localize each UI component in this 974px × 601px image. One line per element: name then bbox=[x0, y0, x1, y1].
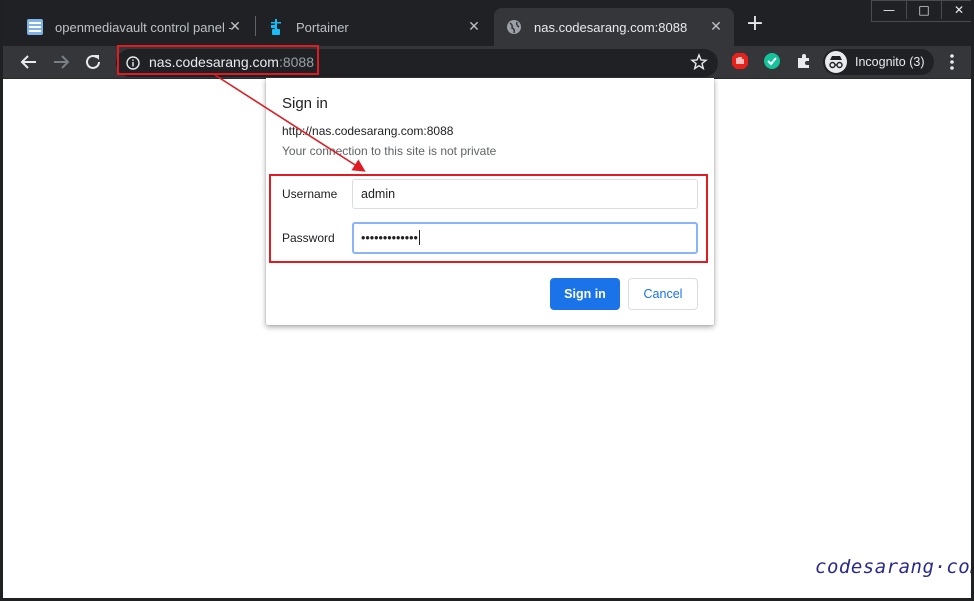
tab-portainer[interactable]: Portainer ✕ bbox=[256, 8, 492, 46]
tab-strip: openmediavault control panel - k ✕ Porta… bbox=[3, 0, 971, 46]
globe-icon bbox=[507, 20, 521, 34]
window-controls: — □ ✕ bbox=[871, 0, 971, 22]
incognito-badge[interactable]: Incognito (3) bbox=[823, 49, 935, 75]
minimize-button[interactable]: — bbox=[872, 1, 906, 19]
tab-title: Portainer bbox=[296, 19, 349, 35]
close-tab-icon[interactable]: ✕ bbox=[466, 19, 482, 35]
password-field[interactable]: ••••••••••••• bbox=[352, 222, 698, 254]
password-value: ••••••••••••• bbox=[361, 231, 418, 245]
adblock-extension-icon[interactable] bbox=[731, 52, 749, 70]
tab-title: nas.codesarang.com:8088 bbox=[534, 19, 688, 35]
bookmark-star-icon[interactable] bbox=[690, 53, 708, 71]
dialog-warning: Your connection to this site is not priv… bbox=[282, 144, 497, 158]
dialog-url: http://nas.codesarang.com:8088 bbox=[282, 124, 454, 138]
tab-title: openmediavault control panel - k bbox=[55, 19, 231, 35]
maximize-button[interactable]: □ bbox=[906, 1, 941, 19]
password-label: Password bbox=[282, 231, 335, 245]
browser-window: openmediavault control panel - k ✕ Porta… bbox=[0, 0, 974, 601]
omv-icon bbox=[27, 19, 43, 35]
forward-arrow-icon[interactable] bbox=[50, 51, 72, 73]
new-tab-button[interactable]: + bbox=[745, 13, 765, 35]
dialog-title: Sign in bbox=[282, 95, 328, 112]
close-window-button[interactable]: ✕ bbox=[941, 1, 971, 19]
more-menu-icon[interactable] bbox=[943, 52, 961, 72]
reload-icon[interactable] bbox=[82, 51, 104, 73]
username-label: Username bbox=[282, 187, 338, 201]
tab-openmediavault[interactable]: openmediavault control panel - k ✕ bbox=[15, 8, 253, 46]
username-field[interactable]: admin bbox=[352, 179, 698, 209]
sign-in-button[interactable]: Sign in bbox=[550, 278, 620, 310]
incognito-label: Incognito (3) bbox=[855, 55, 925, 69]
close-tab-icon[interactable]: ✕ bbox=[708, 19, 724, 35]
cancel-button[interactable]: Cancel bbox=[628, 278, 698, 310]
close-tab-icon[interactable]: ✕ bbox=[227, 19, 243, 35]
grammar-extension-icon[interactable] bbox=[763, 52, 781, 70]
sign-in-dialog: Sign in http://nas.codesarang.com:8088 Y… bbox=[266, 78, 714, 325]
portainer-icon bbox=[271, 19, 281, 35]
watermark: codesarang·com bbox=[815, 556, 974, 578]
url-highlight-box bbox=[117, 45, 319, 75]
text-caret bbox=[418, 230, 420, 245]
tab-nas-codesarang[interactable]: nas.codesarang.com:8088 ✕ bbox=[494, 8, 734, 46]
incognito-icon bbox=[825, 51, 847, 73]
extensions-puzzle-icon[interactable] bbox=[795, 52, 813, 70]
back-arrow-icon[interactable] bbox=[18, 51, 40, 73]
